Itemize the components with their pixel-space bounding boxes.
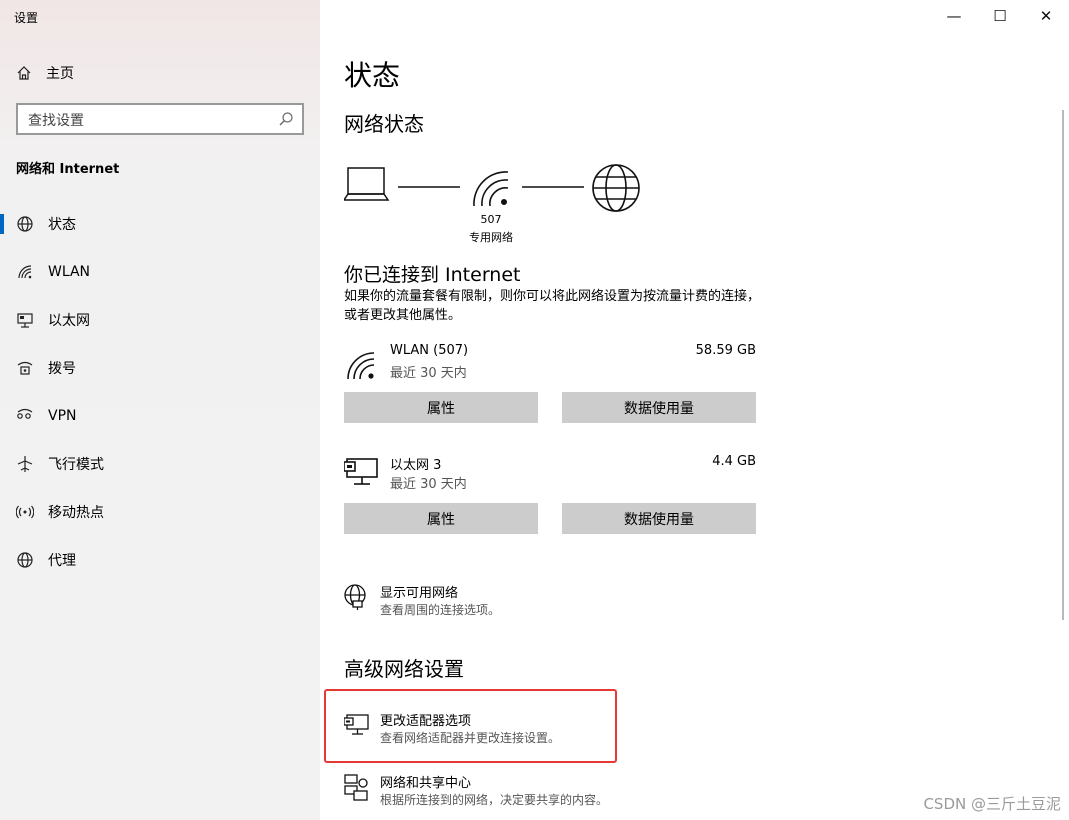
sidebar: 设置 主页 查找设置 网络和 Internet 状态 WLAN 以太网 拨号 V…	[0, 0, 320, 820]
sidebar-item-hotspot[interactable]: 移动热点	[0, 488, 320, 536]
dialup-icon	[17, 361, 33, 375]
home-label: 主页	[46, 66, 74, 82]
properties-button[interactable]: 属性	[344, 392, 538, 423]
adapter-name: 以太网 3	[390, 458, 442, 473]
data-usage-button[interactable]: 数据使用量	[562, 392, 756, 423]
ethernet-icon	[17, 313, 33, 328]
search-placeholder: 查找设置	[28, 113, 84, 129]
properties-button[interactable]: 属性	[344, 503, 538, 534]
sidebar-item-status[interactable]: 状态	[0, 200, 320, 248]
globe-icon	[17, 216, 33, 232]
sharing-center-title: 网络和共享中心	[380, 776, 472, 791]
network-name: 507	[480, 213, 502, 226]
page-title: 状态	[344, 59, 401, 92]
sidebar-item-vpn[interactable]: VPN	[0, 392, 320, 440]
connected-title: 你已连接到 Internet	[344, 264, 521, 286]
sidebar-item-label: VPN	[48, 408, 77, 424]
wifi-icon	[18, 265, 32, 279]
highlight-box	[324, 689, 617, 763]
sharing-center-link[interactable]: 网络和共享中心 根据所连接到的网络，决定要共享的内容。	[344, 772, 744, 812]
globe-icon	[17, 552, 33, 568]
sidebar-item-proxy[interactable]: 代理	[0, 536, 320, 584]
adapter-period: 最近 30 天内	[390, 366, 467, 381]
window-controls: — ☐ ✕	[931, 0, 1069, 32]
sharing-center-icon	[344, 774, 368, 801]
sidebar-item-wlan[interactable]: WLAN	[0, 248, 320, 296]
ethernet-icon	[344, 458, 378, 485]
wifi-icon	[473, 171, 509, 207]
adapter-name: WLAN (507)	[390, 343, 469, 358]
connected-description: 如果你的流量套餐有限制，则你可以将此网络设置为按流量计费的连接，或者更改其他属性…	[344, 289, 761, 323]
show-networks-link[interactable]: 显示可用网络 查看周围的连接选项。	[344, 582, 744, 622]
close-button[interactable]: ✕	[1023, 0, 1069, 32]
sidebar-item-label: 状态	[48, 217, 76, 233]
section-label: 网络和 Internet	[16, 162, 120, 177]
sidebar-item-label: 拨号	[48, 361, 76, 377]
show-networks-subtitle: 查看周围的连接选项。	[380, 603, 501, 617]
data-usage-button[interactable]: 数据使用量	[562, 503, 756, 534]
adapter-period: 最近 30 天内	[390, 477, 467, 492]
show-networks-title: 显示可用网络	[380, 586, 459, 601]
laptop-icon	[344, 167, 390, 201]
adapter-usage: 4.4 GB	[712, 454, 756, 469]
sidebar-nav: 状态 WLAN 以太网 拨号 VPN 飞行模式 移动热点 代理	[0, 200, 320, 584]
home-icon	[17, 66, 31, 80]
adapter-usage: 58.59 GB	[695, 343, 756, 358]
sidebar-item-label: WLAN	[48, 264, 91, 280]
internet-globe-icon	[592, 164, 640, 212]
wifi-icon	[347, 352, 375, 380]
search-icon	[279, 112, 293, 126]
vpn-icon	[17, 408, 33, 419]
search-input[interactable]: 查找设置	[16, 103, 304, 135]
watermark: CSDN @三斤土豆泥	[923, 795, 1061, 813]
window-title: 设置	[14, 11, 39, 25]
airplane-icon	[17, 456, 33, 472]
advanced-heading: 高级网络设置	[344, 657, 464, 681]
scrollbar[interactable]	[1062, 110, 1064, 620]
sidebar-item-airplane[interactable]: 飞行模式	[0, 440, 320, 488]
sidebar-item-label: 移动热点	[48, 505, 104, 521]
sharing-center-subtitle: 根据所连接到的网络，决定要共享的内容。	[380, 793, 609, 807]
minimize-button[interactable]: —	[931, 0, 977, 32]
sidebar-home[interactable]: 主页	[16, 63, 74, 83]
sidebar-item-ethernet[interactable]: 以太网	[0, 296, 320, 344]
network-status-heading: 网络状态	[344, 112, 424, 136]
maximize-button[interactable]: ☐	[977, 0, 1023, 32]
hotspot-icon	[16, 505, 34, 519]
globe-network-icon	[344, 584, 366, 610]
sidebar-item-label: 飞行模式	[48, 457, 104, 473]
sidebar-item-label: 代理	[48, 553, 76, 569]
sidebar-item-dialup[interactable]: 拨号	[0, 344, 320, 392]
network-type: 专用网络	[469, 231, 513, 244]
sidebar-item-label: 以太网	[48, 313, 90, 329]
